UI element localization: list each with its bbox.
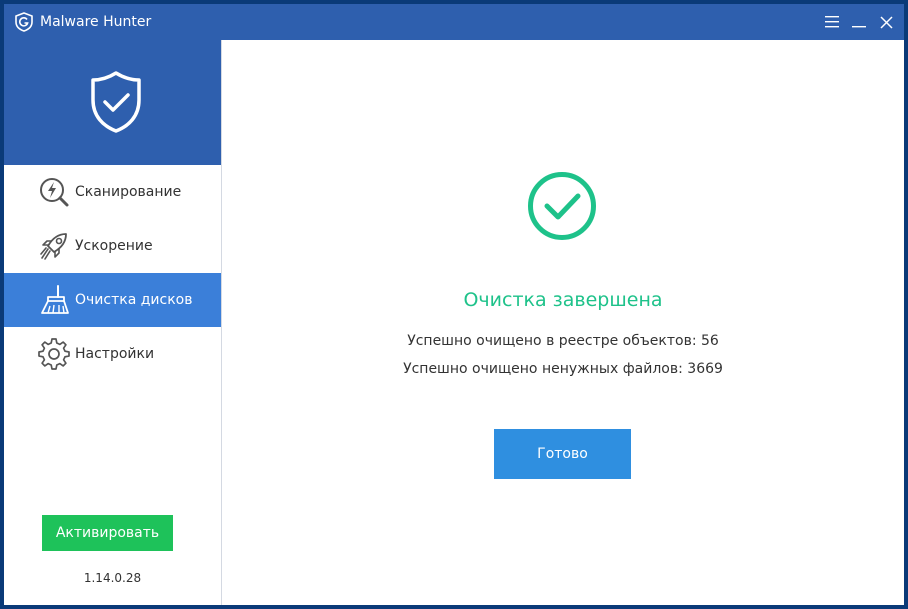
title-bar: Malware Hunter — [4, 4, 904, 40]
close-icon — [879, 15, 893, 29]
minimize-button[interactable] — [849, 12, 869, 32]
minimize-icon — [852, 26, 866, 28]
shield-check-icon — [91, 71, 141, 133]
app-title: Malware Hunter — [40, 14, 152, 30]
sidebar-item-settings[interactable]: Настройки — [4, 327, 221, 381]
sidebar-item-label: Настройки — [75, 346, 155, 362]
sidebar-item-disk-cleanup[interactable]: Очистка дисков — [4, 273, 221, 327]
sidebar-item-boost[interactable]: Ускорение — [4, 219, 221, 273]
sidebar-item-label: Ускорение — [75, 238, 153, 254]
g-shield-logo-icon — [15, 12, 33, 32]
close-button[interactable] — [876, 12, 896, 32]
hamburger-menu-icon — [825, 16, 839, 28]
sidebar: Сканирование Ускорение Очистка дисков На… — [4, 40, 222, 605]
main-panel: Очистка завершена Успешно очищено в реес… — [222, 40, 904, 605]
version-label: 1.14.0.28 — [83, 571, 142, 585]
check-circle-icon — [528, 172, 596, 240]
result-title: Очистка завершена — [463, 289, 663, 311]
files-result-text: Успешно очищено ненужных файлов: 3669 — [403, 361, 723, 377]
registry-result-text: Успешно очищено в реестре объектов: 56 — [407, 333, 719, 349]
done-button[interactable]: Готово — [494, 429, 631, 479]
sidebar-header — [4, 40, 221, 165]
app-window: Malware Hunter Сканирование Ускорение Оч… — [4, 4, 904, 605]
menu-button[interactable] — [822, 12, 842, 32]
scan-lightning-icon — [40, 178, 69, 207]
broom-icon — [41, 285, 69, 314]
rocket-icon — [40, 233, 67, 260]
sidebar-item-label: Очистка дисков — [75, 292, 193, 308]
gear-icon — [38, 338, 70, 370]
activate-button[interactable]: Активировать — [42, 515, 173, 551]
sidebar-item-scan[interactable]: Сканирование — [4, 165, 221, 219]
sidebar-nav: Сканирование Ускорение Очистка дисков На… — [4, 165, 221, 381]
sidebar-item-label: Сканирование — [75, 184, 182, 200]
